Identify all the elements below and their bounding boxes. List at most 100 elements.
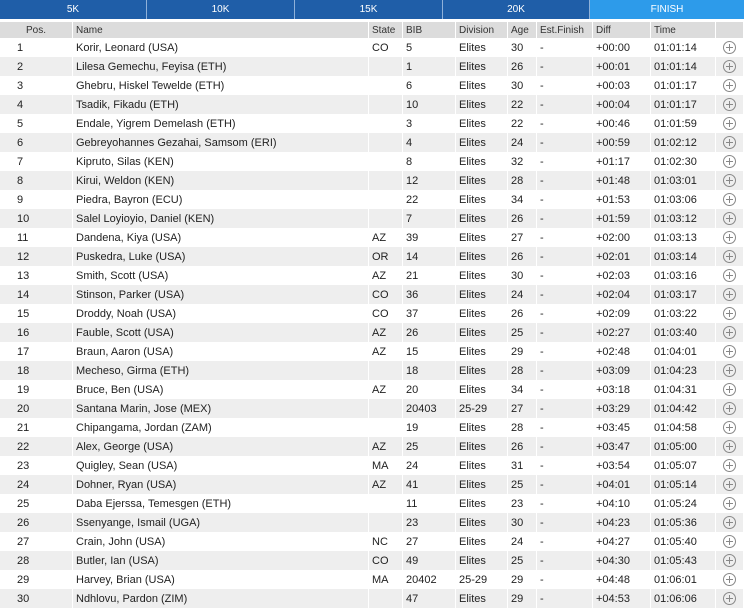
- table-row[interactable]: 15 Droddy, Noah (USA) CO 37 Elites 26- +02:09 0…: [0, 304, 744, 323]
- cell-division: Elites: [456, 323, 508, 342]
- cell-division: Elites: [456, 418, 508, 437]
- expand-plus-icon[interactable]: [723, 250, 736, 263]
- tab-finish[interactable]: FINISH: [590, 0, 744, 19]
- column-header-division[interactable]: Division: [456, 22, 508, 38]
- expand-plus-icon[interactable]: [723, 79, 736, 92]
- expand-plus-icon[interactable]: [723, 554, 736, 567]
- expand-plus-icon[interactable]: [723, 136, 736, 149]
- cell-add: [716, 171, 744, 190]
- table-row[interactable]: 18 Mecheso, Girma (ETH) 18 Elites 28- +03:09 0…: [0, 361, 744, 380]
- cell-state: AZ: [369, 228, 403, 247]
- table-row[interactable]: 28 Butler, Ian (USA) CO 49 Elites 25- +04:30 01…: [0, 551, 744, 570]
- expand-plus-icon[interactable]: [723, 535, 736, 548]
- column-header-name[interactable]: Name: [73, 22, 369, 38]
- table-row[interactable]: 4 Tsadik, Fikadu (ETH) 10 Elites 22- +00:04 01…: [0, 95, 744, 114]
- cell-time: 01:01:17: [651, 76, 716, 95]
- column-header-age[interactable]: Age: [508, 22, 537, 38]
- table-row[interactable]: 25 Daba Ejerssa, Temesgen (ETH) 11 Elites 23…: [0, 494, 744, 513]
- table-row[interactable]: 14 Stinson, Parker (USA) CO 36 Elites 24- +02:…: [0, 285, 744, 304]
- expand-plus-icon[interactable]: [723, 288, 736, 301]
- expand-plus-icon[interactable]: [723, 212, 736, 225]
- table-row[interactable]: 19 Bruce, Ben (USA) AZ 20 Elites 34- +03:18 01:…: [0, 380, 744, 399]
- column-header-time[interactable]: Time: [651, 22, 716, 38]
- cell-pos: 23: [0, 456, 73, 475]
- cell-state: CO: [369, 304, 403, 323]
- expand-plus-icon[interactable]: [723, 516, 736, 529]
- column-header-diff[interactable]: Diff: [593, 22, 651, 38]
- expand-plus-icon[interactable]: [723, 231, 736, 244]
- expand-plus-icon[interactable]: [723, 383, 736, 396]
- expand-plus-icon[interactable]: [723, 155, 736, 168]
- cell-add: [716, 399, 744, 418]
- expand-plus-icon[interactable]: [723, 174, 736, 187]
- tab-5k[interactable]: 5K: [0, 0, 147, 19]
- cell-division: Elites: [456, 589, 508, 608]
- cell-diff: +04:48: [593, 570, 651, 589]
- cell-est-finish: -: [537, 76, 593, 95]
- table-row[interactable]: 2 Lilesa Gemechu, Feyisa (ETH) 1 Elites 26- +…: [0, 57, 744, 76]
- cell-add: [716, 152, 744, 171]
- table-row[interactable]: 20 Santana Marin, Jose (MEX) 20403 25-29 27-…: [0, 399, 744, 418]
- cell-diff: +01:17: [593, 152, 651, 171]
- expand-plus-icon[interactable]: [723, 307, 736, 320]
- table-row[interactable]: 6 Gebreyohannes Gezahai, Samsom (ERI) 4 Eli…: [0, 133, 744, 152]
- expand-plus-icon[interactable]: [723, 193, 736, 206]
- column-header-bib[interactable]: BIB: [403, 22, 456, 38]
- expand-plus-icon[interactable]: [723, 364, 736, 377]
- expand-plus-icon[interactable]: [723, 345, 736, 358]
- table-row[interactable]: 5 Endale, Yigrem Demelash (ETH) 3 Elites 22-…: [0, 114, 744, 133]
- cell-name: Tsadik, Fikadu (ETH): [73, 95, 369, 114]
- tab-15k[interactable]: 15K: [295, 0, 443, 19]
- tab-10k[interactable]: 10K: [147, 0, 295, 19]
- column-header-state[interactable]: State: [369, 22, 403, 38]
- expand-plus-icon[interactable]: [723, 573, 736, 586]
- table-row[interactable]: 7 Kipruto, Silas (KEN) 8 Elites 32- +01:17 01:…: [0, 152, 744, 171]
- table-row[interactable]: 8 Kirui, Weldon (KEN) 12 Elites 28- +01:48 01:…: [0, 171, 744, 190]
- table-row[interactable]: 27 Crain, John (USA) NC 27 Elites 24- +04:27 01…: [0, 532, 744, 551]
- cell-time: 01:05:24: [651, 494, 716, 513]
- tab-20k[interactable]: 20K: [443, 0, 590, 19]
- table-row[interactable]: 26 Ssenyange, Ismail (UGA) 23 Elites 30- +04:…: [0, 513, 744, 532]
- cell-name: Puskedra, Luke (USA): [73, 247, 369, 266]
- cell-state: [369, 95, 403, 114]
- column-header-est-finish[interactable]: Est.Finish: [537, 22, 593, 38]
- cell-diff: +00:01: [593, 57, 651, 76]
- expand-plus-icon[interactable]: [723, 459, 736, 472]
- expand-plus-icon[interactable]: [723, 402, 736, 415]
- table-row[interactable]: 1 Korir, Leonard (USA) CO 5 Elites 30- +00:00 0…: [0, 38, 744, 57]
- cell-bib: 10: [403, 95, 456, 114]
- table-row[interactable]: 11 Dandena, Kiya (USA) AZ 39 Elites 27- +02:00…: [0, 228, 744, 247]
- cell-diff: +03:47: [593, 437, 651, 456]
- expand-plus-icon[interactable]: [723, 98, 736, 111]
- expand-plus-icon[interactable]: [723, 421, 736, 434]
- table-row[interactable]: 10 Salel Loyioyio, Daniel (KEN) 7 Elites 26-…: [0, 209, 744, 228]
- table-row[interactable]: 30 Ndhlovu, Pardon (ZIM) 47 Elites 29- +04:53…: [0, 589, 744, 608]
- expand-plus-icon[interactable]: [723, 41, 736, 54]
- column-header-add[interactable]: [716, 22, 744, 38]
- expand-plus-icon[interactable]: [723, 592, 736, 605]
- table-row[interactable]: 16 Fauble, Scott (USA) AZ 26 Elites 25- +02:27…: [0, 323, 744, 342]
- table-row[interactable]: 13 Smith, Scott (USA) AZ 21 Elites 30- +02:03 0…: [0, 266, 744, 285]
- cell-division: Elites: [456, 247, 508, 266]
- cell-pos: 21: [0, 418, 73, 437]
- table-row[interactable]: 9 Piedra, Bayron (ECU) 22 Elites 34- +01:53 01…: [0, 190, 744, 209]
- table-row[interactable]: 21 Chipangama, Jordan (ZAM) 19 Elites 28- +03…: [0, 418, 744, 437]
- expand-plus-icon[interactable]: [723, 497, 736, 510]
- cell-time: 01:03:06: [651, 190, 716, 209]
- table-row[interactable]: 3 Ghebru, Hiskel Tewelde (ETH) 6 Elites 30- +…: [0, 76, 744, 95]
- table-row[interactable]: 17 Braun, Aaron (USA) AZ 15 Elites 29- +02:48 0…: [0, 342, 744, 361]
- table-row[interactable]: 12 Puskedra, Luke (USA) OR 14 Elites 26- +02:0…: [0, 247, 744, 266]
- cell-age: 25: [508, 323, 537, 342]
- table-row[interactable]: 29 Harvey, Brian (USA) MA 20402 25-29 29- +04:…: [0, 570, 744, 589]
- column-header-pos[interactable]: Pos.: [0, 22, 73, 38]
- expand-plus-icon[interactable]: [723, 60, 736, 73]
- expand-plus-icon[interactable]: [723, 326, 736, 339]
- table-row[interactable]: 24 Dohner, Ryan (USA) AZ 41 Elites 25- +04:01 0…: [0, 475, 744, 494]
- cell-state: [369, 76, 403, 95]
- expand-plus-icon[interactable]: [723, 440, 736, 453]
- expand-plus-icon[interactable]: [723, 269, 736, 282]
- table-row[interactable]: 23 Quigley, Sean (USA) MA 24 Elites 31- +03:54…: [0, 456, 744, 475]
- expand-plus-icon[interactable]: [723, 117, 736, 130]
- table-row[interactable]: 22 Alex, George (USA) AZ 25 Elites 26- +03:47 0…: [0, 437, 744, 456]
- expand-plus-icon[interactable]: [723, 478, 736, 491]
